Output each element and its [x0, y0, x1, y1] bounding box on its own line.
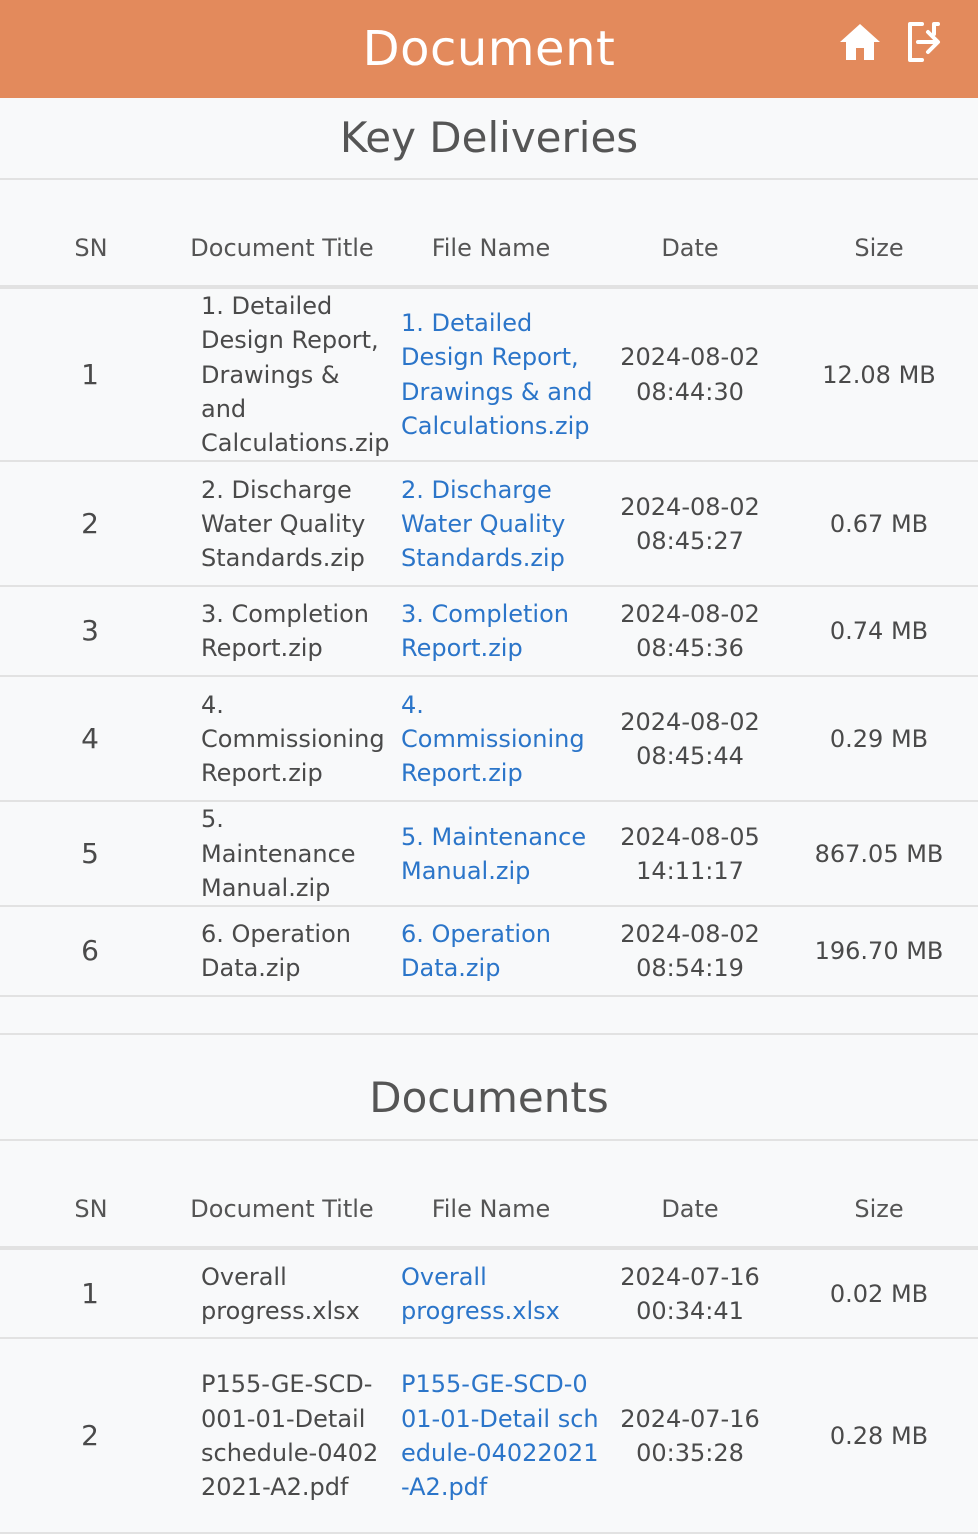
- column-header-sn[interactable]: SN: [0, 180, 182, 287]
- row-sn: 2: [0, 1338, 182, 1534]
- row-date: 2024-07-16 00:35:28: [600, 1338, 780, 1534]
- key-deliveries-table: SN Document Title File Name Date Size 1 …: [0, 180, 978, 998]
- row-size: 867.05 MB: [780, 801, 978, 908]
- header-actions: [838, 20, 948, 64]
- file-link[interactable]: 6. Operation Data.zip: [382, 906, 600, 998]
- row-date: 2024-08-02 08:45:36: [600, 586, 780, 678]
- app-header: Document: [0, 0, 978, 98]
- table-row: 1 Overall progress.xlsx Overall progress…: [0, 1248, 978, 1340]
- column-header-size[interactable]: Size: [780, 180, 978, 287]
- table-header-row: SN Document Title File Name Date Size: [0, 180, 978, 287]
- row-size: 0.67 MB: [780, 461, 978, 588]
- table-row: 1 1. Detailed Design Report, Drawings & …: [0, 287, 978, 463]
- document-title: 6. Operation Data.zip: [182, 906, 382, 998]
- row-sn: 3: [0, 586, 182, 678]
- row-date: 2024-08-02 08:54:19: [600, 906, 780, 998]
- table-row: 3 3. Completion Report.zip 3. Completion…: [0, 586, 978, 678]
- document-title: P155-GE-SCD-001-01-Detail schedule-04022…: [182, 1338, 382, 1534]
- column-header-size[interactable]: Size: [780, 1141, 978, 1248]
- file-link[interactable]: P155-GE-SCD-001-01-Detail schedule-04022…: [382, 1338, 600, 1534]
- file-link[interactable]: 5. Maintenance Manual.zip: [382, 801, 600, 908]
- file-link[interactable]: 2. Discharge Water Quality Standards.zip: [382, 461, 600, 588]
- document-title: 4. Commissioning Report.zip: [182, 676, 385, 803]
- row-size: 0.28 MB: [780, 1338, 978, 1534]
- table-header-row: SN Document Title File Name Date Size: [0, 1141, 978, 1249]
- key-deliveries-heading: Key Deliveries: [0, 98, 978, 180]
- row-sn: 1: [0, 1248, 182, 1340]
- logout-icon[interactable]: [904, 20, 948, 64]
- row-sn: 2: [0, 461, 182, 588]
- row-size: 0.29 MB: [780, 676, 978, 803]
- row-date: 2024-08-02 08:44:30: [600, 287, 780, 463]
- table-row: 4 4. Commissioning Report.zip 4. Commiss…: [0, 676, 978, 803]
- column-header-title[interactable]: Document Title: [182, 180, 382, 287]
- documents-heading: Documents: [0, 1033, 978, 1142]
- row-sn: 5: [0, 801, 182, 908]
- home-icon[interactable]: [838, 20, 882, 64]
- row-sn: 4: [0, 676, 182, 803]
- row-date: 2024-08-02 08:45:27: [600, 461, 780, 588]
- document-title: 5. Maintenance Manual.zip: [182, 801, 382, 908]
- column-header-sn[interactable]: SN: [0, 1141, 182, 1248]
- page-title: Document: [362, 21, 616, 77]
- row-sn: 6: [0, 906, 182, 998]
- row-size: 12.08 MB: [780, 287, 978, 463]
- row-date: 2024-08-05 14:11:17: [600, 801, 780, 908]
- row-size: 0.02 MB: [780, 1248, 978, 1340]
- document-title: 1. Detailed Design Report, Drawings & an…: [182, 287, 390, 463]
- table-row: 5 5. Maintenance Manual.zip 5. Maintenan…: [0, 801, 978, 908]
- table-row: 2 2. Discharge Water Quality Standards.z…: [0, 461, 978, 588]
- column-header-date[interactable]: Date: [600, 1141, 780, 1248]
- file-link[interactable]: 1. Detailed Design Report, Drawings & an…: [382, 287, 600, 463]
- row-date: 2024-08-02 08:45:44: [600, 676, 780, 803]
- file-link[interactable]: 4. Commissioning Report.zip: [382, 676, 600, 803]
- column-header-file[interactable]: File Name: [382, 180, 600, 287]
- row-sn: 1: [0, 287, 182, 463]
- file-link[interactable]: Overall progress.xlsx: [382, 1248, 600, 1340]
- table-row: 2 P155-GE-SCD-001-01-Detail schedule-040…: [0, 1338, 978, 1534]
- document-title: 2. Discharge Water Quality Standards.zip: [182, 461, 382, 588]
- column-header-file[interactable]: File Name: [382, 1141, 600, 1248]
- document-title: Overall progress.xlsx: [182, 1248, 382, 1340]
- document-title: 3. Completion Report.zip: [182, 586, 382, 678]
- column-header-date[interactable]: Date: [600, 180, 780, 287]
- file-link[interactable]: 3. Completion Report.zip: [382, 586, 600, 678]
- column-header-title[interactable]: Document Title: [182, 1141, 382, 1248]
- row-size: 0.74 MB: [780, 586, 978, 678]
- table-row: 6 6. Operation Data.zip 6. Operation Dat…: [0, 906, 978, 998]
- row-size: 196.70 MB: [780, 906, 978, 998]
- row-date: 2024-07-16 00:34:41: [600, 1248, 780, 1340]
- documents-table: SN Document Title File Name Date Size 1 …: [0, 1141, 978, 1534]
